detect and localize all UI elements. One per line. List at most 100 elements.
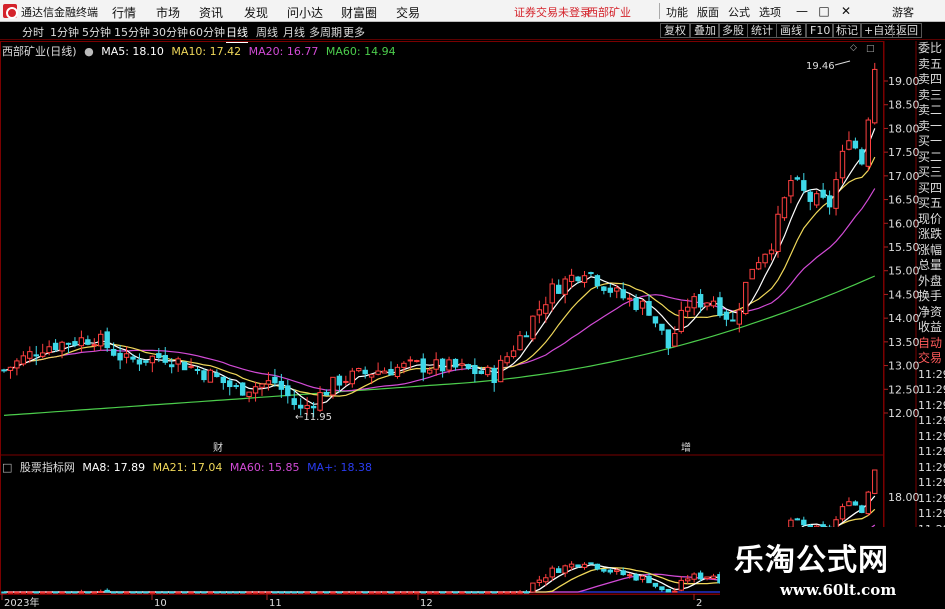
period-multi[interactable]: 多周期 <box>309 24 342 40</box>
period-5min[interactable]: 5分钟 <box>82 24 111 40</box>
menu-item-market[interactable]: 市场 <box>156 4 180 21</box>
candle-body <box>414 360 420 363</box>
menu-item-options[interactable]: 选项 <box>759 4 781 20</box>
candle-body <box>472 364 478 375</box>
sub-candle-body <box>478 591 485 594</box>
sub-candle-body <box>156 591 162 594</box>
period-daily[interactable]: 日线 <box>226 24 248 43</box>
sub-candle-body <box>40 591 46 594</box>
menu-item-wealth[interactable]: 财富圈 <box>341 4 377 21</box>
candle-body <box>278 380 285 390</box>
period-timeshare[interactable]: 分时 <box>22 24 44 40</box>
sub-candle-body <box>65 591 72 594</box>
sub-candle-body <box>865 491 871 515</box>
period-more[interactable]: 更多 <box>343 24 365 40</box>
sub-candle-body <box>362 591 368 594</box>
sub-candle-body <box>85 591 91 594</box>
f10-button[interactable]: F10 <box>806 23 835 38</box>
candle-body <box>310 405 317 409</box>
window-icon: □ <box>866 44 875 54</box>
sub-candle-body <box>859 505 865 513</box>
menu-item-layout[interactable]: 版面 <box>697 4 719 20</box>
sub-candle-body <box>439 591 446 594</box>
candle-body <box>697 294 704 308</box>
candle-body <box>497 359 504 383</box>
diamond-icon: ◇ <box>850 43 857 53</box>
sub-candle-body <box>433 591 439 594</box>
period-15min[interactable]: 15分钟 <box>114 24 150 40</box>
period-weekly[interactable]: 周线 <box>256 24 278 40</box>
sub-candle-body <box>517 591 523 594</box>
adjust-button[interactable]: 复权 <box>660 23 690 38</box>
candle-body <box>375 370 381 375</box>
candle-body <box>491 367 497 384</box>
candle-body <box>156 353 162 359</box>
candle-body <box>749 268 755 280</box>
sub-candle-body <box>194 591 201 594</box>
menu-item-news[interactable]: 资讯 <box>199 4 223 21</box>
candle-body <box>743 281 749 314</box>
menu-item-trade[interactable]: 交易 <box>396 4 420 21</box>
candle-body <box>259 383 265 388</box>
sub-candle-body <box>659 586 665 591</box>
close-icon[interactable]: ✕ <box>838 3 854 19</box>
menu-item-xiaoda[interactable]: 问小达 <box>287 4 323 21</box>
kline-chart-canvas[interactable]: 19.00 18.50 18.00 17.50 17.00 16.50 16.00 15.50… <box>0 41 945 609</box>
sub-candle-body <box>472 591 478 594</box>
watermark: 乐淘公式网 www.60lt.com <box>720 527 945 609</box>
sub-y-tick-label: 18.00 <box>888 491 920 504</box>
sub-candle-body <box>588 562 594 565</box>
candle-body <box>652 316 659 324</box>
sub-candle-body <box>568 563 575 568</box>
candle-body <box>530 315 536 340</box>
period-60min[interactable]: 60分钟 <box>189 24 225 40</box>
sub-candle-body <box>639 575 646 580</box>
sub-candle-body <box>201 591 207 594</box>
multi-stock-button[interactable]: 多股 <box>718 23 748 38</box>
overlay-button[interactable]: 叠加 <box>690 23 720 38</box>
sub-candle-body <box>149 591 156 594</box>
candle-body <box>330 376 336 396</box>
minimize-icon[interactable]: — <box>794 3 810 19</box>
sub-candle-body <box>143 591 149 594</box>
sub-candle-body <box>678 579 684 591</box>
quote-label: 11:29 <box>918 476 945 489</box>
candle-body <box>736 309 742 325</box>
candle-body <box>633 297 639 310</box>
candle-body <box>826 195 833 208</box>
sub-candle-body <box>278 591 285 594</box>
sub-candle-body <box>485 591 491 594</box>
menu-item-function[interactable]: 功能 <box>666 4 688 20</box>
draw-line-button[interactable]: 画线 <box>776 23 806 38</box>
menu-item-quotes[interactable]: 行情 <box>112 4 136 21</box>
guest-user[interactable]: 游客 <box>892 4 914 20</box>
statistics-button[interactable]: 统计 <box>747 23 777 38</box>
sub-candle-body <box>414 591 420 594</box>
sub-ma21-value: MA21: 17.04 <box>152 461 223 474</box>
ma5-line <box>3 128 876 405</box>
sub-candle-body <box>536 579 543 584</box>
candle-body <box>639 300 646 309</box>
sub-candle-body <box>130 591 136 594</box>
mark-button[interactable]: 标记 <box>832 23 862 38</box>
menu-item-discover[interactable]: 发现 <box>244 4 268 21</box>
period-30min[interactable]: 30分钟 <box>152 24 188 40</box>
candle-body <box>685 306 691 312</box>
candle-body <box>710 300 717 307</box>
back-button[interactable]: 返回 <box>892 23 922 38</box>
sub-candle-body <box>704 576 710 579</box>
quote-label: 11:29 <box>918 367 945 381</box>
settings-icon[interactable]: ● <box>84 45 94 58</box>
candle-body <box>169 364 175 368</box>
kline-chart-area[interactable]: 19.00 18.50 18.00 17.50 17.00 16.50 16.00 15.50… <box>0 41 945 609</box>
trade-login-status[interactable]: 证券交易未登录 <box>514 4 591 20</box>
period-monthly[interactable]: 月线 <box>283 24 305 40</box>
indicator-name[interactable]: 股票指标网 <box>20 461 75 474</box>
sub-candle-body <box>710 575 717 579</box>
maximize-icon[interactable]: □ <box>816 3 832 19</box>
period-1min[interactable]: 1分钟 <box>50 24 79 40</box>
menu-item-formula[interactable]: 公式 <box>728 4 750 20</box>
sub-candle-body <box>801 519 807 526</box>
settings-icon[interactable]: □ <box>2 461 12 474</box>
sub-candle-body <box>188 591 194 594</box>
